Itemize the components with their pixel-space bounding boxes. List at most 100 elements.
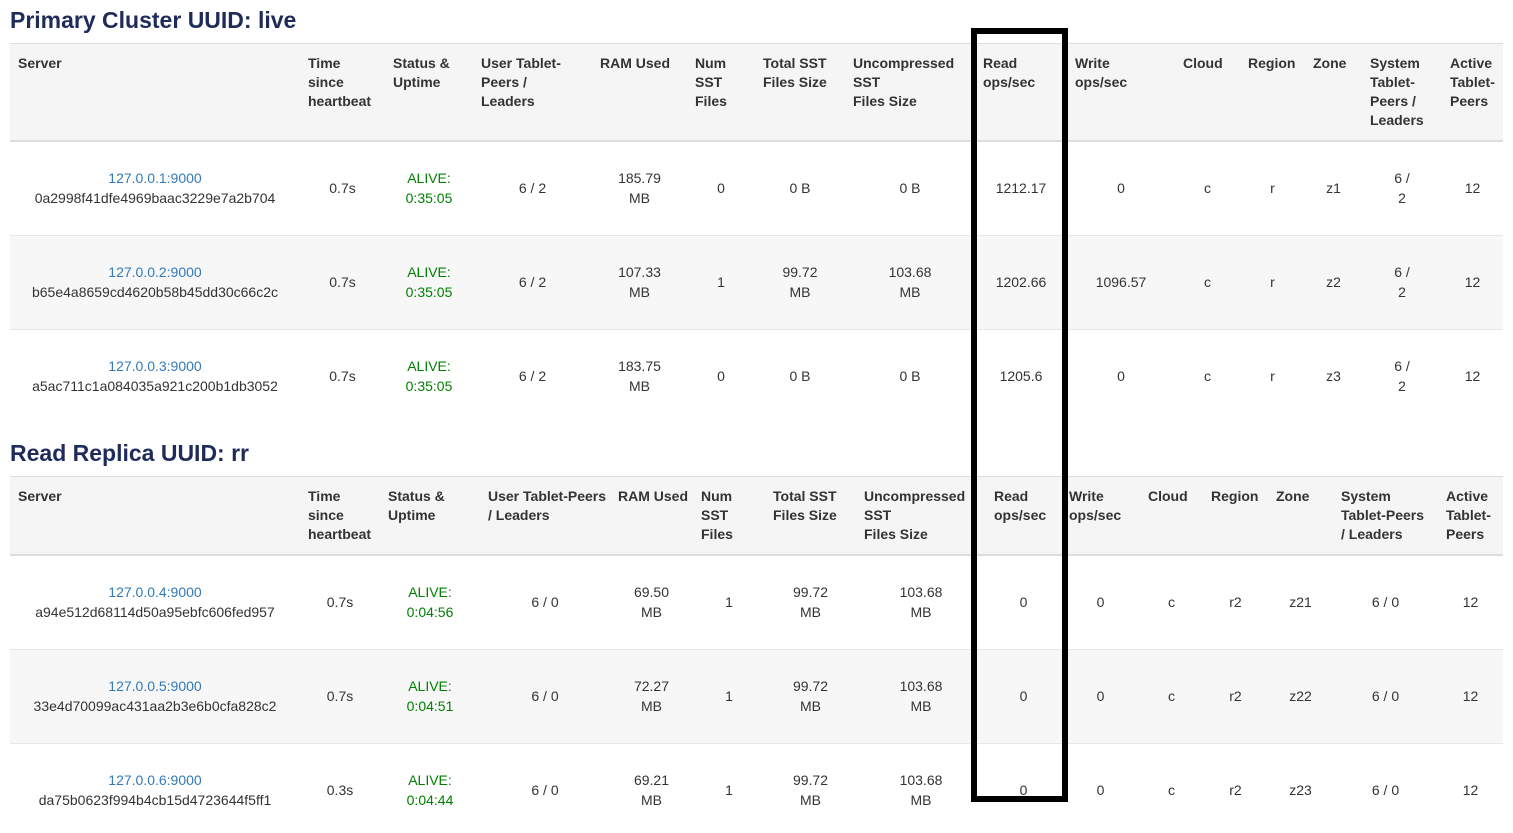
cell-user-tablet-peers: 6 / 2: [473, 141, 592, 235]
cell-cloud: c: [1175, 329, 1240, 423]
uptime-text: 0:04:51: [388, 696, 472, 716]
server-link[interactable]: 127.0.0.5:9000: [108, 676, 201, 696]
cell-read-ops: 0: [986, 743, 1061, 833]
cell-heartbeat: 0.7s: [300, 235, 385, 329]
table-row: 127.0.0.4:9000 a94e512d68114d50a95ebfc60…: [10, 555, 1503, 649]
cell-ram-used: 107.33 MB: [592, 235, 687, 329]
cell-write-ops: 0: [1061, 555, 1140, 649]
col-header-read-ops: Readops/sec: [975, 44, 1067, 142]
cell-server: 127.0.0.1:9000 0a2998f41dfe4969baac3229e…: [10, 141, 300, 235]
server-link[interactable]: 127.0.0.6:9000: [108, 770, 201, 790]
primary-header-row: Server Timesinceheartbeat Status &Uptime…: [10, 44, 1503, 142]
read-replica-table: Server Timesinceheartbeat Status &Uptime…: [10, 476, 1503, 833]
cell-num-sst-files: 1: [693, 649, 765, 743]
cell-region: r2: [1203, 555, 1268, 649]
server-uuid: 0a2998f41dfe4969baac3229e7a2b704: [18, 188, 292, 208]
col-header-heartbeat: Timesinceheartbeat: [300, 44, 385, 142]
col-header-cloud: Cloud: [1140, 477, 1203, 556]
cell-user-tablet-peers: 6 / 0: [480, 555, 610, 649]
server-uuid: da75b0623f994b4cb15d4723644f5ff1: [18, 790, 292, 810]
cell-server: 127.0.0.2:9000 b65e4a8659cd4620b58b45dd3…: [10, 235, 300, 329]
cell-uncompressed-sst-size: 103.68 MB: [845, 235, 975, 329]
col-header-total-sst-size: Total SSTFiles Size: [755, 44, 845, 142]
cell-user-tablet-peers: 6 / 0: [480, 743, 610, 833]
cell-system-tablet-peers: 6 / 2: [1362, 141, 1442, 235]
table-row: 127.0.0.5:9000 33e4d70099ac431aa2b3e6b0c…: [10, 649, 1503, 743]
cell-write-ops: 0: [1067, 329, 1175, 423]
cell-region: r: [1240, 141, 1305, 235]
cell-server: 127.0.0.4:9000 a94e512d68114d50a95ebfc60…: [10, 555, 300, 649]
col-header-system-tablet-peers: SystemTablet-Peers /Leaders: [1362, 44, 1442, 142]
col-header-server: Server: [10, 44, 300, 142]
cell-read-ops: 0: [986, 555, 1061, 649]
server-link[interactable]: 127.0.0.4:9000: [108, 582, 201, 602]
cell-num-sst-files: 1: [693, 555, 765, 649]
replica-header-row: Server Timesinceheartbeat Status &Uptime…: [10, 477, 1503, 556]
cell-uncompressed-sst-size: 103.68 MB: [856, 649, 986, 743]
col-header-server: Server: [10, 477, 300, 556]
col-header-user-tablet-peers: User Tablet-Peers/ Leaders: [480, 477, 610, 556]
cell-ram-used: 183.75 MB: [592, 329, 687, 423]
col-header-status-uptime: Status &Uptime: [385, 44, 473, 142]
cell-server: 127.0.0.6:9000 da75b0623f994b4cb15d47236…: [10, 743, 300, 833]
cell-user-tablet-peers: 6 / 0: [480, 649, 610, 743]
cell-zone: z22: [1268, 649, 1333, 743]
col-header-heartbeat: Timesinceheartbeat: [300, 477, 380, 556]
cell-zone: z1: [1305, 141, 1362, 235]
cell-region: r2: [1203, 649, 1268, 743]
status-text: ALIVE:: [393, 262, 465, 282]
server-uuid: 33e4d70099ac431aa2b3e6b0cfa828c2: [18, 696, 292, 716]
cell-user-tablet-peers: 6 / 2: [473, 329, 592, 423]
cell-cloud: c: [1140, 555, 1203, 649]
cell-write-ops: 1096.57: [1067, 235, 1175, 329]
cell-zone: z21: [1268, 555, 1333, 649]
table-row: 127.0.0.3:9000 a5ac711c1a084035a921c200b…: [10, 329, 1503, 423]
status-text: ALIVE:: [388, 676, 472, 696]
col-header-zone: Zone: [1305, 44, 1362, 142]
cell-status-uptime: ALIVE: 0:35:05: [385, 141, 473, 235]
primary-cluster-title: Primary Cluster UUID: live: [10, 6, 1503, 34]
cell-active-tablet-peers: 12: [1438, 743, 1503, 833]
primary-cluster-table: Server Timesinceheartbeat Status &Uptime…: [10, 43, 1503, 423]
col-header-active-tablet-peers: ActiveTablet-Peers: [1442, 44, 1503, 142]
col-header-num-sst-files: NumSSTFiles: [687, 44, 755, 142]
cell-active-tablet-peers: 12: [1438, 649, 1503, 743]
server-link[interactable]: 127.0.0.3:9000: [108, 356, 201, 376]
col-header-region: Region: [1240, 44, 1305, 142]
col-header-user-tablet-peers: User Tablet-Peers /Leaders: [473, 44, 592, 142]
cell-active-tablet-peers: 12: [1442, 329, 1503, 423]
server-uuid: b65e4a8659cd4620b58b45dd30c66c2c: [18, 282, 292, 302]
cell-system-tablet-peers: 6 / 0: [1333, 649, 1438, 743]
cell-num-sst-files: 1: [687, 235, 755, 329]
status-text: ALIVE:: [393, 356, 465, 376]
uptime-text: 0:35:05: [393, 282, 465, 302]
cell-total-sst-size: 99.72 MB: [765, 743, 856, 833]
server-link[interactable]: 127.0.0.1:9000: [108, 168, 201, 188]
cell-active-tablet-peers: 12: [1438, 555, 1503, 649]
col-header-write-ops: Writeops/sec: [1061, 477, 1140, 556]
col-header-active-tablet-peers: ActiveTablet-Peers: [1438, 477, 1503, 556]
cell-status-uptime: ALIVE: 0:04:56: [380, 555, 480, 649]
cell-read-ops: 1202.66: [975, 235, 1067, 329]
cell-heartbeat: 0.7s: [300, 555, 380, 649]
col-header-region: Region: [1203, 477, 1268, 556]
cell-uncompressed-sst-size: 0 B: [845, 141, 975, 235]
col-header-uncompressed-sst-size: UncompressedSSTFiles Size: [845, 44, 975, 142]
status-text: ALIVE:: [388, 770, 472, 790]
cell-write-ops: 0: [1061, 649, 1140, 743]
cell-total-sst-size: 99.72 MB: [765, 555, 856, 649]
col-header-write-ops: Writeops/sec: [1067, 44, 1175, 142]
cell-read-ops: 1212.17: [975, 141, 1067, 235]
cell-region: r2: [1203, 743, 1268, 833]
cell-total-sst-size: 99.72 MB: [765, 649, 856, 743]
cell-server: 127.0.0.5:9000 33e4d70099ac431aa2b3e6b0c…: [10, 649, 300, 743]
server-link[interactable]: 127.0.0.2:9000: [108, 262, 201, 282]
col-header-system-tablet-peers: SystemTablet-Peers/ Leaders: [1333, 477, 1438, 556]
col-header-ram-used: RAM Used: [610, 477, 693, 556]
cell-total-sst-size: 0 B: [755, 329, 845, 423]
cell-read-ops: 0: [986, 649, 1061, 743]
cell-total-sst-size: 99.72 MB: [755, 235, 845, 329]
cell-user-tablet-peers: 6 / 2: [473, 235, 592, 329]
cell-uncompressed-sst-size: 103.68 MB: [856, 555, 986, 649]
cell-zone: z3: [1305, 329, 1362, 423]
